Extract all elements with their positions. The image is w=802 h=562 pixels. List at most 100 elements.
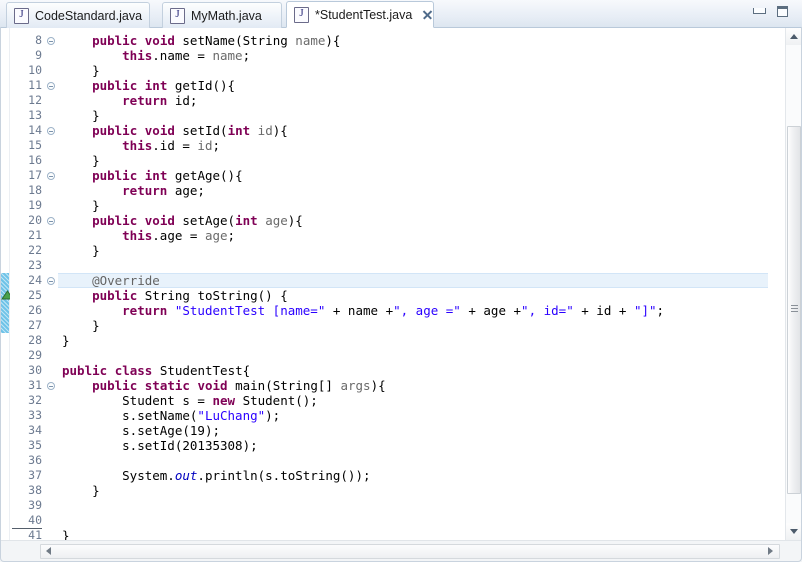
code-line[interactable]: public String toString() {	[92, 288, 288, 303]
code-line[interactable]: return id;	[122, 93, 197, 108]
code-line[interactable]: return "StudentTest [name=" + name +", a…	[122, 303, 664, 318]
code-token: id	[197, 138, 213, 153]
editor-tab-studenttest[interactable]: *StudentTest.java	[286, 1, 434, 28]
minimize-button[interactable]	[751, 5, 767, 19]
line-number: 16	[28, 153, 42, 167]
chevron-left-icon	[46, 547, 51, 555]
code-editor[interactable]: 8 9 10 11 12 13 14 15 16 17 18 19 20 21 22 23 24 25 26 27 28…	[0, 28, 802, 544]
code-line[interactable]: Student s = new Student();	[122, 393, 318, 408]
code-line[interactable]: public void setAge(int age){	[92, 213, 303, 228]
editor-tab-mymath[interactable]: MyMath.java	[162, 2, 282, 28]
code-line[interactable]: public static void main(String[] args){	[92, 378, 386, 393]
code-line[interactable]: }	[92, 63, 100, 78]
code-token: void	[197, 378, 228, 393]
editor-tab-codestandard[interactable]: CodeStandard.java	[6, 2, 150, 28]
line-number: 30	[28, 363, 42, 377]
scroll-up-arrow-icon[interactable]	[786, 28, 802, 45]
maximize-button[interactable]	[775, 5, 791, 19]
code-line[interactable]: @Override	[92, 273, 160, 288]
code-token: this	[122, 48, 153, 63]
code-text-area[interactable]: public void setName(String name){this.na…	[58, 28, 768, 540]
vertical-scroll-thumb[interactable]	[787, 126, 801, 494]
horizontal-scrollbar[interactable]	[0, 540, 802, 562]
code-line[interactable]: }	[92, 153, 100, 168]
line-number: 34	[28, 423, 42, 437]
line-number: 15	[28, 138, 42, 152]
code-token: }	[62, 528, 70, 540]
current-line-highlight	[58, 273, 768, 288]
line-number: 27	[28, 318, 42, 332]
fold-collapse-icon[interactable]	[46, 33, 57, 48]
code-line[interactable]: }	[92, 198, 100, 213]
code-line[interactable]: System.out.println(s.toString());	[122, 468, 370, 483]
fold-box-icon	[47, 382, 55, 390]
code-line[interactable]: public int getAge(){	[92, 168, 243, 183]
code-token: Student s =	[122, 393, 213, 408]
code-line[interactable]: public void setName(String name){	[92, 33, 340, 48]
code-line[interactable]: this.age = age;	[122, 228, 235, 243]
code-token: ", age ="	[393, 303, 461, 318]
code-token: + name +	[325, 303, 394, 318]
code-token: setId(	[174, 123, 228, 138]
code-line[interactable]: this.name = name;	[122, 48, 250, 63]
vertical-scrollbar[interactable]	[785, 28, 802, 540]
code-line[interactable]: }	[92, 318, 100, 333]
line-number: 36	[28, 453, 42, 467]
code-line[interactable]: s.setAge(19);	[122, 423, 220, 438]
code-line[interactable]: this.id = id;	[122, 138, 220, 153]
scroll-right-arrow-icon[interactable]	[763, 544, 778, 559]
fold-collapse-icon[interactable]	[46, 378, 57, 393]
code-token: ", id="	[521, 303, 574, 318]
code-line[interactable]: public void setId(int id){	[92, 123, 288, 138]
code-token: s.setName(	[122, 408, 198, 423]
code-token: id	[257, 123, 273, 138]
line-number: 33	[28, 408, 42, 422]
scroll-down-arrow-icon[interactable]	[786, 523, 802, 540]
code-token: ;	[242, 48, 251, 63]
code-line[interactable]: s.setId(20135308);	[122, 438, 257, 453]
close-icon[interactable]	[421, 9, 433, 21]
fold-collapse-icon[interactable]	[46, 168, 57, 183]
code-token: ){	[325, 33, 341, 48]
fold-box-icon	[47, 127, 55, 135]
code-token: out	[174, 468, 198, 483]
code-line[interactable]: public int getId(){	[92, 78, 235, 93]
line-number: 13	[28, 108, 42, 122]
code-token: }	[92, 198, 100, 213]
code-line[interactable]: }	[92, 243, 100, 258]
line-number: 19	[28, 198, 42, 212]
horizontal-scroll-thumb[interactable]	[40, 544, 780, 559]
line-number: 39	[28, 498, 42, 512]
code-token: }	[62, 333, 70, 348]
fold-collapse-icon[interactable]	[46, 78, 57, 93]
code-line[interactable]: }	[92, 483, 100, 498]
code-line[interactable]: return age;	[122, 183, 205, 198]
code-line[interactable]: }	[62, 528, 70, 540]
scroll-left-arrow-icon[interactable]	[42, 544, 57, 559]
code-token: int	[235, 213, 258, 228]
line-number: 9	[35, 48, 42, 62]
fold-collapse-icon[interactable]	[46, 123, 57, 138]
code-token: + id +	[573, 303, 634, 318]
code-token: getAge(){	[167, 168, 243, 183]
code-token: .println(s.toString());	[197, 468, 371, 483]
line-number: 28	[28, 333, 42, 347]
fold-collapse-icon[interactable]	[46, 273, 57, 288]
code-token: this	[122, 138, 153, 153]
code-line[interactable]: public class StudentTest{	[62, 363, 250, 378]
code-token: return	[122, 93, 168, 108]
code-token: ){	[272, 123, 288, 138]
code-line[interactable]: }	[62, 333, 70, 348]
fold-collapse-icon[interactable]	[46, 213, 57, 228]
line-number-ruler[interactable]: 8 9 10 11 12 13 14 15 16 17 18 19 20 21 22 23 24 25 26 27 28…	[10, 28, 58, 544]
code-token: return	[122, 183, 168, 198]
fold-box-icon	[47, 82, 55, 90]
code-line[interactable]: s.setName("LuChang");	[122, 408, 280, 423]
code-line[interactable]: }	[92, 108, 100, 123]
chevron-right-icon	[768, 547, 773, 555]
